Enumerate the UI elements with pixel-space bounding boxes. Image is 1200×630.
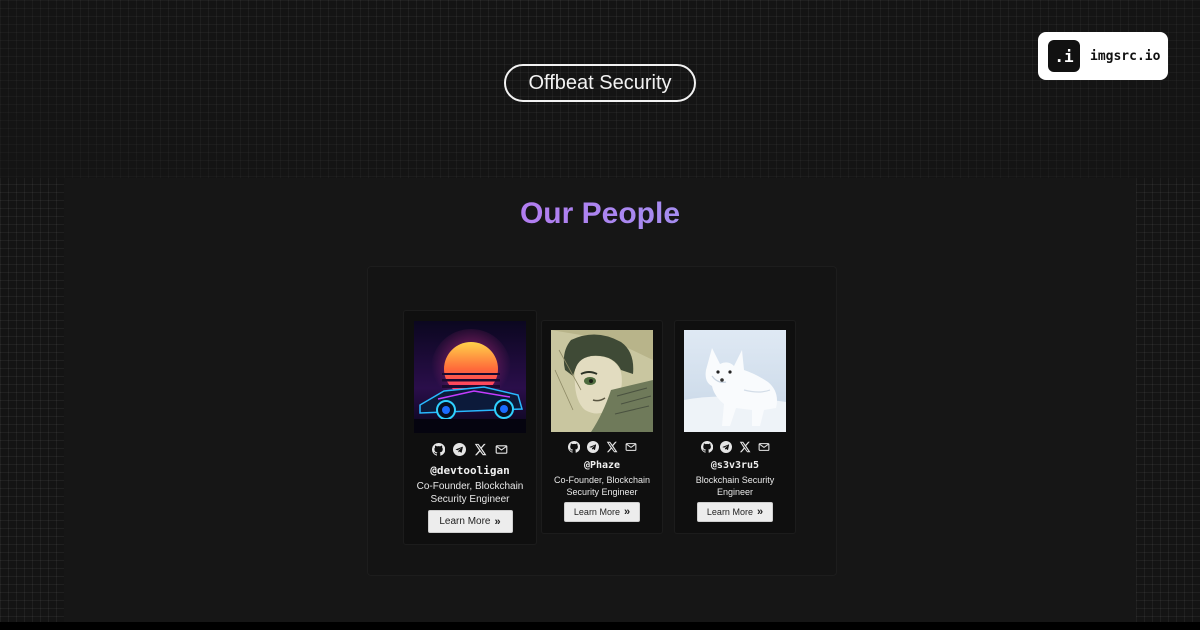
double-chevron-right-icon: » xyxy=(623,506,631,518)
double-chevron-right-icon: » xyxy=(494,515,501,528)
telegram-icon[interactable] xyxy=(719,441,732,453)
anime-sketch-image xyxy=(551,330,653,432)
social-links xyxy=(432,443,508,456)
learn-more-button[interactable]: Learn More » xyxy=(427,510,513,533)
arctic-fox-image xyxy=(684,330,786,432)
person-card-phaze: @Phaze Co-Founder, Blockchain Security E… xyxy=(541,320,663,534)
social-links xyxy=(567,441,637,453)
person-role: Co-Founder, Blockchain Security Engineer xyxy=(553,475,651,497)
person-card-s3v3ru5: @s3v3ru5 Blockchain Security Engineer Le… xyxy=(674,320,796,534)
telegram-icon[interactable] xyxy=(586,441,599,453)
github-icon[interactable] xyxy=(432,443,445,456)
mail-icon[interactable] xyxy=(495,443,508,456)
watermark-text: imgsrc.io xyxy=(1090,48,1161,64)
double-chevron-right-icon: » xyxy=(756,506,764,518)
person-handle: @devtooligan xyxy=(430,464,510,477)
person-handle: @s3v3ru5 xyxy=(710,460,760,471)
mail-icon[interactable] xyxy=(758,441,770,453)
brand-badge[interactable]: Offbeat Security xyxy=(504,64,696,102)
person-handle: @Phaze xyxy=(583,460,621,471)
learn-more-button[interactable]: Learn More » xyxy=(697,502,773,522)
x-icon[interactable] xyxy=(474,443,487,456)
learn-more-label: Learn More xyxy=(439,516,491,527)
watermark-badge: .i imgsrc.io xyxy=(1038,32,1168,80)
telegram-icon[interactable] xyxy=(453,443,466,456)
x-icon[interactable] xyxy=(739,441,751,453)
learn-more-button[interactable]: Learn More » xyxy=(564,502,640,522)
person-role: Co-Founder, Blockchain Security Engineer xyxy=(416,481,524,505)
github-icon[interactable] xyxy=(700,441,713,453)
bottom-strip xyxy=(0,622,1200,630)
learn-more-label: Learn More xyxy=(706,507,753,517)
avatar xyxy=(684,330,786,432)
learn-more-label: Learn More xyxy=(573,507,620,517)
avatar xyxy=(414,321,526,433)
x-icon[interactable] xyxy=(606,441,618,453)
social-links xyxy=(700,441,770,453)
person-role: Blockchain Security Engineer xyxy=(695,475,775,497)
avatar xyxy=(551,330,653,432)
watermark-logo: .i xyxy=(1048,40,1080,72)
person-card-devtooligan: @devtooligan Co-Founder, Blockchain Secu… xyxy=(403,310,537,545)
github-icon[interactable] xyxy=(567,441,580,453)
synthwave-car-image xyxy=(414,321,526,433)
mail-icon[interactable] xyxy=(625,441,637,453)
section-title: Our People xyxy=(0,197,1200,231)
